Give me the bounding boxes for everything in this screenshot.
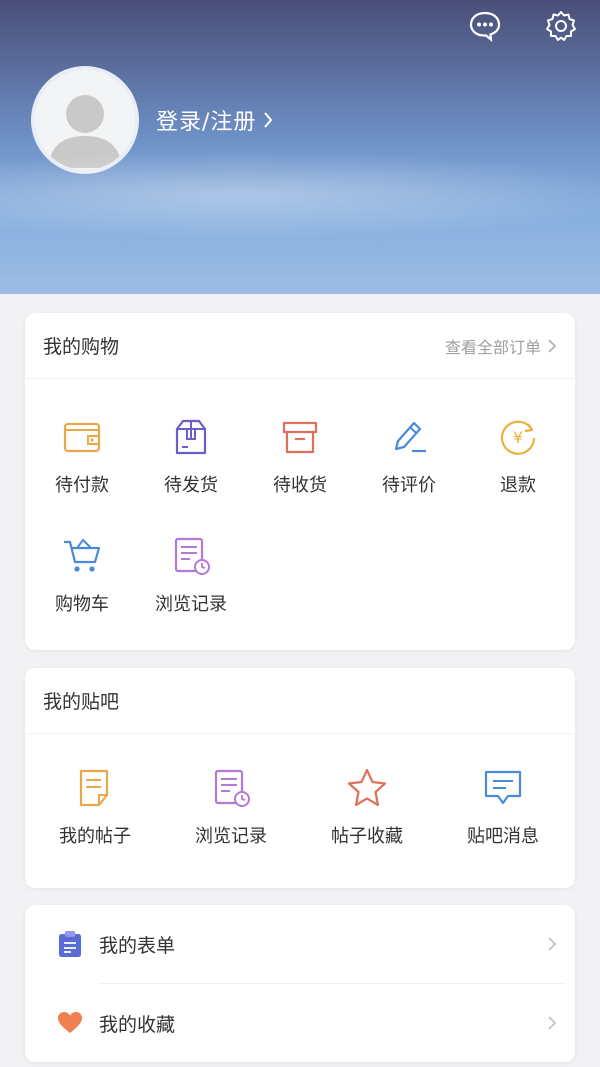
tieba-title: 我的贴吧: [43, 691, 120, 713]
chat-icon[interactable]: [467, 8, 503, 44]
history-icon: [169, 534, 213, 578]
refund-icon: ¥: [496, 415, 540, 459]
post-favorites-button[interactable]: 帖子收藏: [313, 766, 421, 848]
avatar[interactable]: [31, 66, 139, 174]
my-favorites-label: 我的收藏: [99, 1013, 176, 1036]
shopping-title: 我的购物: [43, 336, 120, 358]
tieba-history-button[interactable]: 浏览记录: [177, 766, 285, 848]
history-icon: [209, 766, 253, 810]
chevron-right-icon: [548, 1016, 557, 1030]
chevron-right-icon: [548, 338, 557, 353]
star-icon: [345, 766, 389, 810]
svg-text:¥: ¥: [513, 428, 523, 447]
cart-icon: [60, 534, 104, 578]
clipboard-icon: [57, 930, 83, 958]
pending-payment-button[interactable]: 待付款: [28, 415, 136, 497]
package-icon: [169, 415, 213, 459]
shopping-history-button[interactable]: 浏览记录: [137, 534, 245, 616]
login-register-link[interactable]: 登录/注册: [156, 104, 274, 136]
view-all-orders-link[interactable]: 查看全部订单: [445, 334, 557, 358]
shopping-cart-button[interactable]: 购物车: [28, 534, 136, 616]
my-forms-row[interactable]: 我的表单: [25, 905, 575, 983]
post-icon: [73, 766, 117, 810]
refund-button[interactable]: ¥ 退款: [464, 415, 572, 497]
wallet-icon: [60, 415, 104, 459]
my-favorites-row[interactable]: 我的收藏: [25, 984, 575, 1062]
shopping-card: 我的购物 查看全部订单 待付款 待发货 待收货 待评价 ¥ 退款 购物车 浏览记…: [25, 313, 575, 650]
tieba-messages-button[interactable]: 贴吧消息: [449, 766, 557, 848]
chevron-right-icon: [264, 112, 273, 128]
my-posts-button[interactable]: 我的帖子: [41, 766, 149, 848]
my-forms-label: 我的表单: [99, 934, 176, 957]
pending-review-button[interactable]: 待评价: [355, 415, 463, 497]
pen-icon: [387, 415, 431, 459]
pending-receipt-button[interactable]: 待收货: [246, 415, 354, 497]
tieba-card: 我的贴吧 我的帖子 浏览记录 帖子收藏 贴吧消息: [25, 668, 575, 888]
chevron-right-icon: [548, 937, 557, 951]
login-label: 登录/注册: [156, 110, 257, 135]
message-icon: [481, 766, 525, 810]
profile-header: 登录/注册: [0, 0, 600, 294]
heart-icon: [57, 1009, 83, 1037]
list-card: 我的表单 我的收藏: [25, 905, 575, 1062]
box-icon: [278, 415, 322, 459]
pending-shipment-button[interactable]: 待发货: [137, 415, 245, 497]
gear-icon[interactable]: [543, 8, 579, 44]
